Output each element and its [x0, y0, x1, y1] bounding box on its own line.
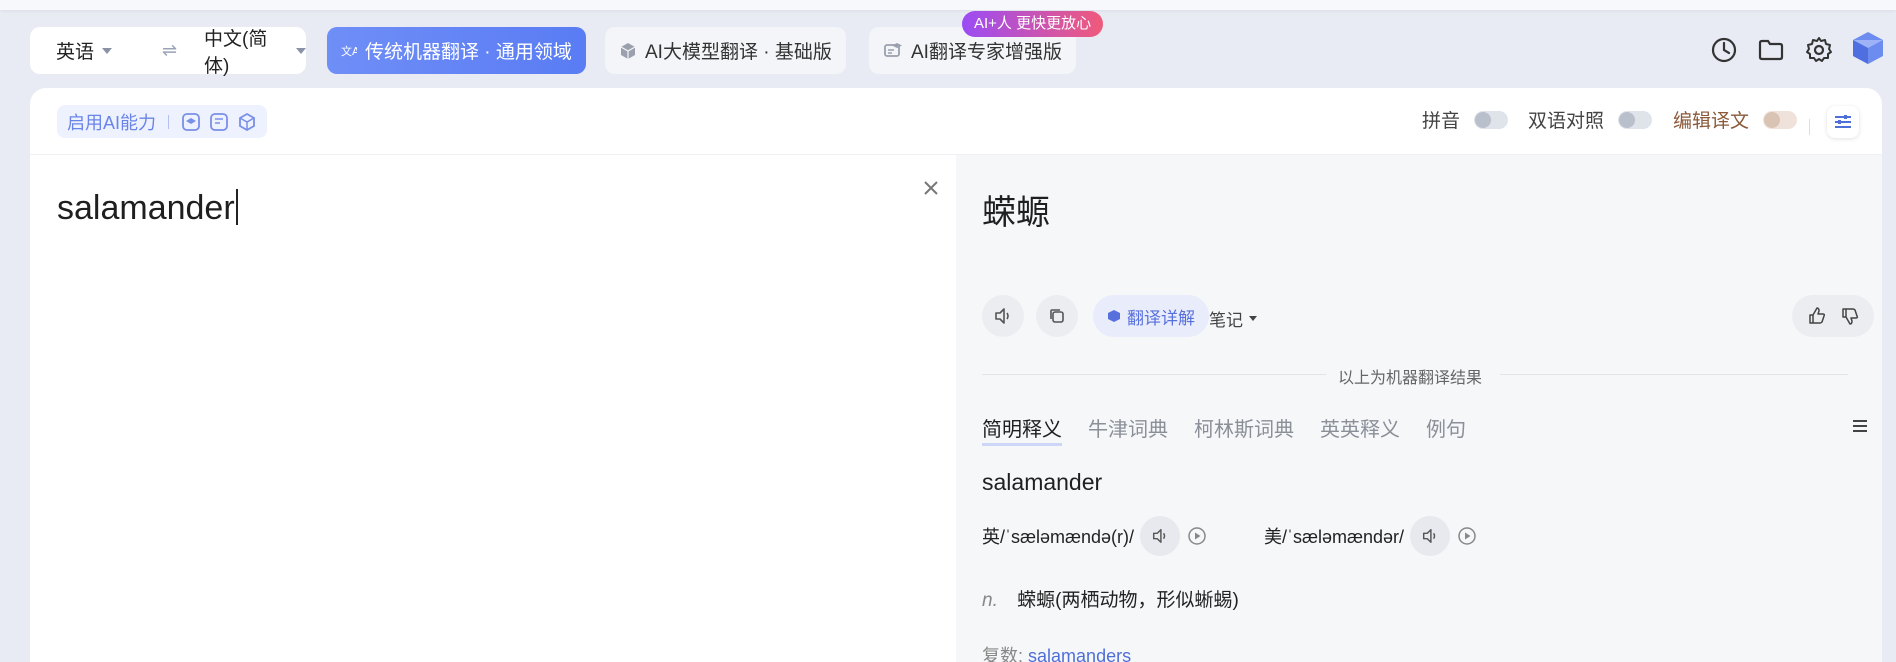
tab-oxford[interactable]: 牛津词典	[1088, 413, 1168, 446]
feedback-group	[1792, 295, 1874, 337]
pinyin-label: 拼音	[1422, 111, 1461, 132]
notes-label: 笔记	[1209, 311, 1243, 330]
uk-speak-button[interactable]	[1140, 516, 1181, 556]
machine-note: 以上为机器翻译结果	[1338, 370, 1483, 387]
expert-cap-icon	[884, 42, 902, 57]
translate-icon: 文A	[341, 44, 357, 58]
dictionary-tabs: 简明释义 牛津词典 柯林斯词典 英英释义 例句	[982, 413, 1466, 446]
tab-english-english[interactable]: 英英释义	[1320, 413, 1400, 446]
divider-line	[982, 374, 1326, 375]
chevron-down-icon	[102, 47, 113, 54]
divider	[168, 114, 170, 129]
source-language-label: 英语	[56, 42, 95, 63]
copy-button[interactable]	[1036, 295, 1078, 337]
copy-icon	[1050, 309, 1064, 323]
source-text: salamander	[57, 189, 235, 227]
translation-detail-label: 翻译详解	[1127, 308, 1195, 328]
tab-concise[interactable]: 简明释义	[982, 413, 1062, 446]
source-input[interactable]: salamander	[57, 189, 238, 228]
notes-dropdown[interactable]: 笔记	[1209, 306, 1257, 331]
bilingual-toggle[interactable]	[1618, 110, 1653, 129]
pinyin-option: 拼音	[1422, 106, 1509, 133]
tab-collins[interactable]: 柯林斯词典	[1194, 413, 1294, 446]
speaker-icon	[1423, 528, 1436, 544]
translation-detail-button[interactable]: 翻译详解	[1093, 295, 1209, 337]
history-icon[interactable]	[1710, 36, 1738, 64]
chevron-down-icon	[1249, 316, 1257, 321]
tab-examples[interactable]: 例句	[1426, 413, 1466, 446]
plural-label: 复数:	[982, 646, 1024, 662]
source-pane[interactable]: salamander	[30, 155, 956, 662]
translation-card: 启用AI能力 拼音 双语对照 编辑译文 salamander 蝾螈 翻译详解 笔…	[30, 88, 1882, 662]
mode-ai-model-button[interactable]: AI大模型翻译 · 基础版	[605, 27, 846, 74]
list-menu-icon[interactable]	[1851, 417, 1869, 440]
promo-badge: AI+人 更快更放心	[962, 11, 1104, 37]
plural-form: 复数: salamanders	[982, 642, 1131, 662]
dictionary-headword: salamander	[982, 469, 1103, 495]
uk-replay-icon[interactable]	[1186, 525, 1208, 547]
target-language-dropdown[interactable]: 中文(简体)	[204, 24, 306, 78]
plural-word-link[interactable]: salamanders	[1028, 646, 1131, 662]
bilingual-label: 双语对照	[1528, 111, 1605, 132]
speaker-icon	[1153, 528, 1166, 544]
result-pane: 蝾螈 翻译详解 笔记 以上为机器翻译结果 简明释义 牛津词典 柯林斯词典 英英释…	[956, 155, 1882, 662]
divider	[1809, 119, 1810, 135]
top-strip	[0, 0, 1896, 10]
definition: n. 蝾螈(两栖动物，形似蜥蜴)	[982, 585, 1239, 612]
cube-icon	[620, 42, 636, 59]
sliders-icon	[1835, 115, 1851, 128]
svg-text:文A: 文A	[341, 44, 357, 58]
uk-phonetic: 英/ˈsæləmændə(r)/	[982, 527, 1135, 547]
enable-ai-label: 启用AI能力	[67, 112, 157, 133]
clear-icon[interactable]	[922, 175, 940, 201]
chevron-down-icon	[296, 47, 306, 54]
layout-menu-button[interactable]	[1827, 106, 1859, 138]
enable-ai-pill[interactable]: 启用AI能力	[57, 105, 268, 138]
bilingual-option: 双语对照	[1528, 106, 1653, 133]
us-phonetic: 美/ˈsæləmændər/	[1264, 527, 1405, 547]
source-language-dropdown[interactable]: 英语	[56, 37, 113, 64]
translation-result: 蝾螈	[982, 194, 1050, 232]
us-speak-button[interactable]	[1410, 516, 1451, 556]
us-replay-icon[interactable]	[1456, 525, 1478, 547]
graduation-cap-icon[interactable]	[181, 112, 201, 132]
divider-line	[1500, 374, 1848, 375]
mode-label: AI翻译专家增强版	[911, 42, 1062, 63]
definition-text: 蝾螈(两栖动物，形似蜥蜴)	[1017, 590, 1239, 611]
document-check-icon[interactable]	[209, 112, 229, 132]
folder-icon[interactable]	[1757, 36, 1785, 64]
settings-icon[interactable]	[1805, 36, 1833, 64]
speak-button[interactable]	[982, 295, 1024, 337]
swap-languages-icon[interactable]: ⇌	[162, 40, 177, 61]
speaker-icon	[995, 308, 1009, 324]
edit-translation-label: 编辑译文	[1673, 111, 1750, 132]
mode-machine-translation-button[interactable]: 文A 传统机器翻译 · 通用领域	[327, 27, 586, 74]
cube-logo-icon[interactable]	[1851, 30, 1885, 66]
target-language-label: 中文(简体)	[204, 28, 268, 77]
card-toolbar: 启用AI能力 拼音 双语对照 编辑译文	[30, 88, 1882, 155]
mode-label: AI大模型翻译 · 基础版	[645, 42, 832, 63]
uk-pronunciation: 英/ˈsæləmændə(r)/	[982, 516, 1208, 556]
cube-icon	[1108, 310, 1120, 322]
pinyin-toggle[interactable]	[1474, 110, 1509, 129]
thumbs-down-icon[interactable]	[1840, 306, 1860, 326]
edit-translation-toggle[interactable]	[1763, 110, 1798, 129]
language-selector: 英语 ⇌ 中文(简体)	[30, 27, 306, 77]
thumbs-up-icon[interactable]	[1807, 306, 1827, 326]
text-cursor	[235, 189, 238, 225]
machine-translation-divider: 以上为机器翻译结果	[982, 364, 1848, 387]
edit-translation-option: 编辑译文	[1673, 106, 1798, 133]
box-icon[interactable]	[237, 112, 257, 132]
mode-label: 传统机器翻译 · 通用领域	[365, 42, 572, 63]
part-of-speech: n.	[982, 590, 998, 611]
us-pronunciation: 美/ˈsæləmændər/	[1264, 516, 1478, 556]
